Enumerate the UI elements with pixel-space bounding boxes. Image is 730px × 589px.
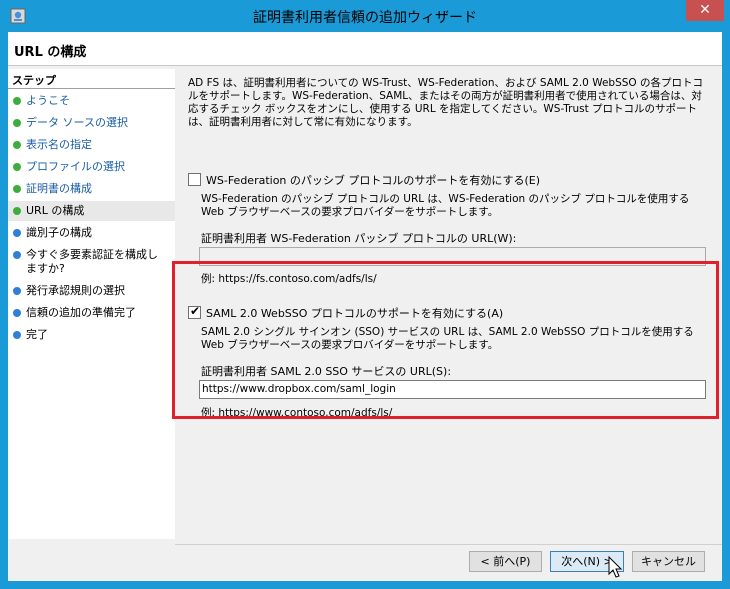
step-label: 信頼の追加の準備完了 bbox=[26, 306, 136, 319]
steps-pane: ステップ ようこそ データ ソースの選択 表示名の指定 プロファイルの選択 証明… bbox=[8, 69, 175, 539]
wsfed-checkbox[interactable] bbox=[188, 173, 201, 186]
footer-divider bbox=[175, 544, 722, 545]
step-pending-icon bbox=[13, 229, 21, 237]
back-button[interactable]: < 前へ(P) bbox=[469, 551, 542, 572]
description-text: AD FS は、証明書利用者についての WS-Trust、WS-Federati… bbox=[188, 77, 704, 128]
step-welcome[interactable]: ようこそ bbox=[8, 94, 175, 108]
wizard-window: 証明書利用者信頼の追加ウィザード ✕ URL の構成 ステップ ようこそ データ… bbox=[0, 0, 730, 589]
step-current-icon bbox=[13, 207, 21, 215]
page-title: URL の構成 bbox=[14, 45, 87, 60]
step-pending-icon bbox=[13, 331, 21, 339]
step-label[interactable]: ようこそ bbox=[26, 94, 70, 107]
step-label: 完了 bbox=[26, 328, 48, 341]
wsfed-help-text: WS-Federation のパッシブ プロトコルの URL は、WS-Fede… bbox=[201, 193, 690, 218]
step-done-icon bbox=[13, 119, 21, 127]
close-button[interactable]: ✕ bbox=[686, 0, 724, 21]
mouse-cursor-icon bbox=[608, 556, 623, 578]
step-data-source[interactable]: データ ソースの選択 bbox=[8, 116, 175, 130]
header-band: URL の構成 bbox=[8, 32, 722, 66]
step-mfa: 今すぐ多要素認証を構成しますか? bbox=[8, 248, 168, 276]
step-done-icon bbox=[13, 185, 21, 193]
step-pending-icon bbox=[13, 287, 21, 295]
step-label[interactable]: 証明書の構成 bbox=[26, 182, 92, 195]
step-issuance-rules: 発行承認規則の選択 bbox=[8, 284, 175, 298]
step-certificate[interactable]: 証明書の構成 bbox=[8, 182, 175, 196]
step-label: URL の構成 bbox=[26, 204, 85, 217]
step-pending-icon bbox=[13, 251, 21, 259]
step-identifiers: 識別子の構成 bbox=[8, 226, 175, 240]
step-profile[interactable]: プロファイルの選択 bbox=[8, 160, 175, 174]
steps-heading: ステップ bbox=[12, 74, 56, 87]
step-label: 識別子の構成 bbox=[26, 226, 92, 239]
step-label: 今すぐ多要素認証を構成しますか? bbox=[26, 248, 158, 275]
highlight-annotation bbox=[172, 261, 719, 419]
step-label: 発行承認規則の選択 bbox=[26, 284, 125, 297]
step-done-icon bbox=[13, 97, 21, 105]
step-display-name[interactable]: 表示名の指定 bbox=[8, 138, 175, 152]
step-label[interactable]: プロファイルの選択 bbox=[26, 160, 125, 173]
wsfed-url-label: 証明書利用者 WS-Federation パッシブ プロトコルの URL(W): bbox=[201, 232, 517, 245]
wsfed-checkbox-label[interactable]: WS-Federation のパッシブ プロトコルのサポートを有効にする(E) bbox=[206, 172, 540, 188]
step-ready: 信頼の追加の準備完了 bbox=[8, 306, 175, 320]
step-finish: 完了 bbox=[8, 328, 175, 342]
step-done-icon bbox=[13, 141, 21, 149]
step-done-icon bbox=[13, 163, 21, 171]
step-pending-icon bbox=[13, 309, 21, 317]
title-bar[interactable]: 証明書利用者信頼の追加ウィザード ✕ bbox=[0, 0, 730, 32]
step-label[interactable]: 表示名の指定 bbox=[26, 138, 92, 151]
window-title: 証明書利用者信頼の追加ウィザード bbox=[253, 10, 477, 26]
step-label[interactable]: データ ソースの選択 bbox=[26, 116, 128, 129]
step-url: URL の構成 bbox=[8, 201, 175, 221]
cancel-button[interactable]: キャンセル bbox=[632, 551, 705, 572]
steps-divider bbox=[8, 88, 175, 89]
